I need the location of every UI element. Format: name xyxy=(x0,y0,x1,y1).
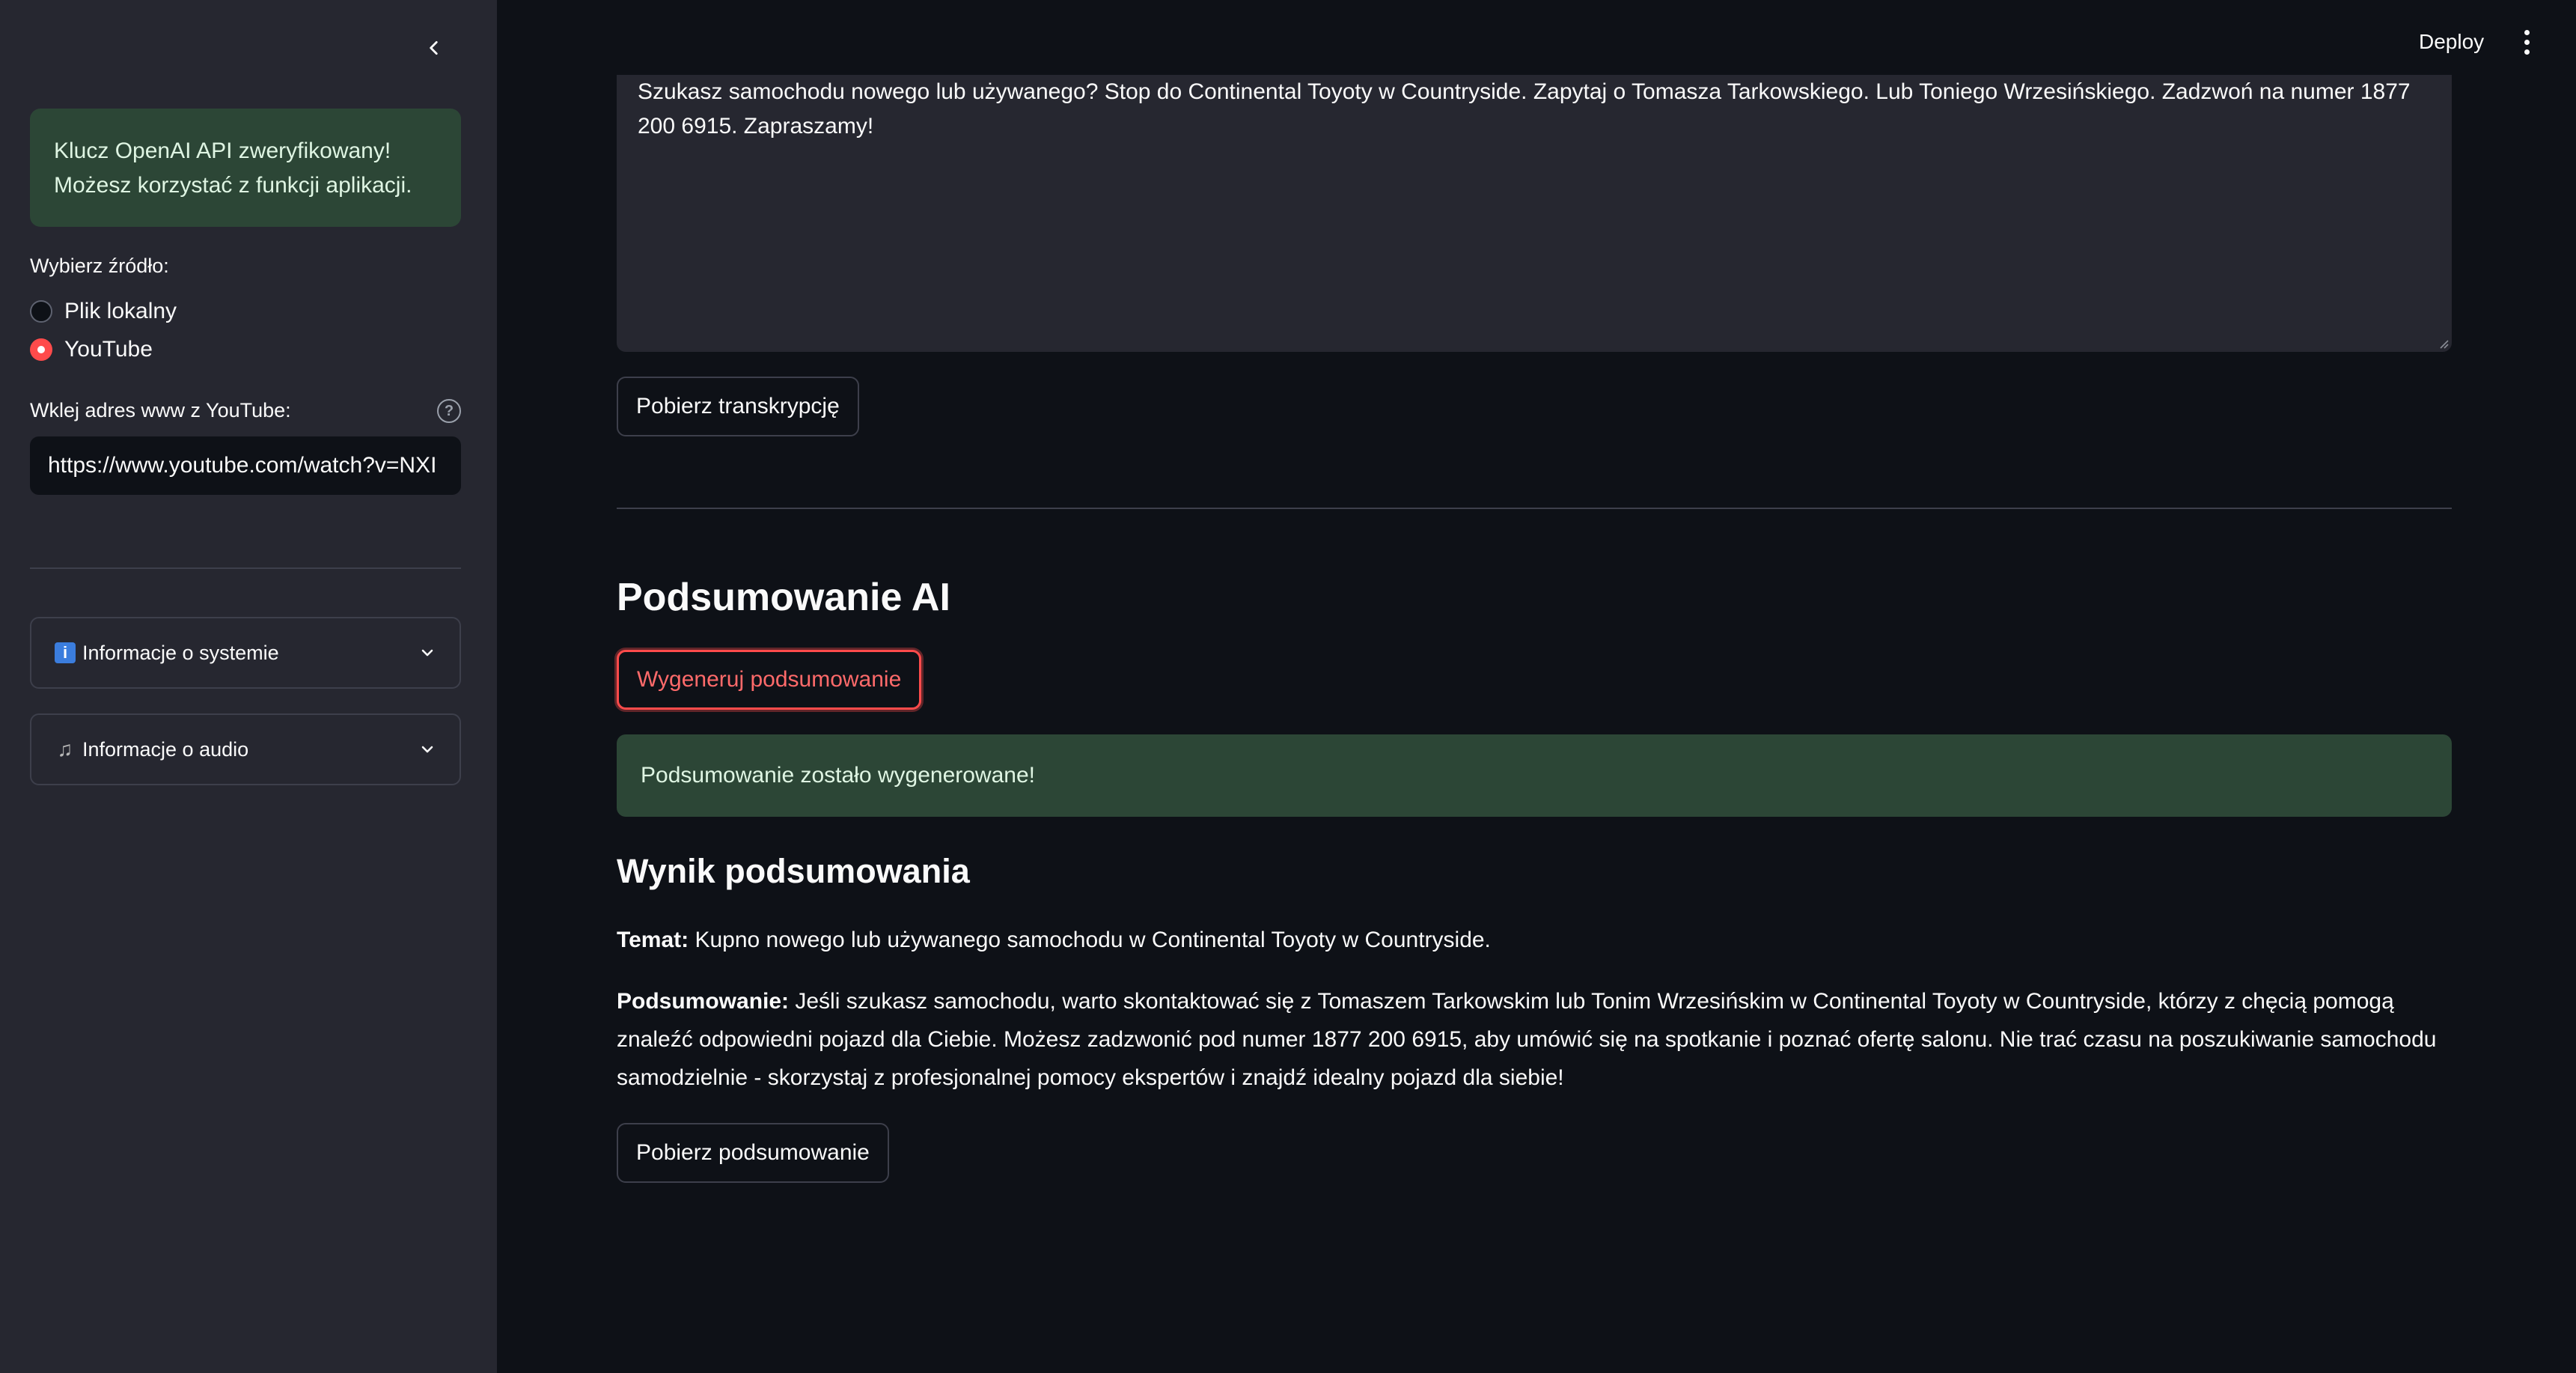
main-menu-kebab-icon[interactable] xyxy=(2512,22,2542,61)
collapse-sidebar-button[interactable] xyxy=(416,30,452,66)
transcript-text: Szukasz samochodu nowego lub używanego? … xyxy=(638,79,2411,138)
topic-text: Kupno nowego lub używanego samochodu w C… xyxy=(689,928,1491,952)
sidebar: Klucz OpenAI API zweryfikowany! Możesz k… xyxy=(0,0,497,1373)
app-root: Klucz OpenAI API zweryfikowany! Możesz k… xyxy=(0,0,2576,1373)
radio-option-label: YouTube xyxy=(64,337,153,362)
chevron-down-icon xyxy=(416,644,439,662)
download-transcript-button[interactable]: Pobierz transkrypcję xyxy=(617,377,859,436)
chevron-left-icon xyxy=(430,41,438,55)
api-key-success-line1: Klucz OpenAI API zweryfikowany! xyxy=(54,138,391,163)
information-icon: i xyxy=(54,642,76,663)
expander-system-info[interactable]: i Informacje o systemie xyxy=(30,617,461,689)
resize-handle-icon[interactable] xyxy=(2437,337,2449,349)
music-note-icon: ♫ xyxy=(57,737,73,761)
radio-unchecked-icon[interactable] xyxy=(30,300,52,323)
radio-checked-icon[interactable] xyxy=(30,338,52,361)
youtube-url-label: Wklej adres www z YouTube: xyxy=(30,399,291,421)
section-divider xyxy=(617,508,2452,509)
summary-label: Podsumowanie: xyxy=(617,989,790,1014)
summary-text: Jeśli szukasz samochodu, warto skontakto… xyxy=(617,989,2437,1090)
expander-audio-info[interactable]: ♫ Informacje o audio xyxy=(30,713,461,785)
header-bar xyxy=(497,0,2576,75)
ai-summary-heading: Podsumowanie AI xyxy=(617,576,950,619)
topic-label: Temat: xyxy=(617,928,689,952)
summary-topic: Temat: Kupno nowego lub używanego samoch… xyxy=(617,921,2452,959)
expander-label: Informacje o systemie xyxy=(82,641,279,664)
api-key-success-alert: Klucz OpenAI API zweryfikowany! Możesz k… xyxy=(30,109,461,227)
generate-summary-button[interactable]: Wygeneruj podsumowanie xyxy=(617,650,922,710)
source-radio-label: Wybierz źródło: xyxy=(30,255,169,277)
summary-result-heading: Wynik podsumowania xyxy=(617,852,970,890)
expander-label: Informacje o audio xyxy=(82,737,249,761)
download-summary-button[interactable]: Pobierz podsumowanie xyxy=(617,1123,889,1183)
radio-option-label: Plik lokalny xyxy=(64,299,177,323)
summary-success-alert: Podsumowanie zostało wygenerowane! xyxy=(617,734,2452,817)
radio-option-local-file[interactable]: Plik lokalny xyxy=(30,299,177,324)
radio-option-youtube[interactable]: YouTube xyxy=(30,337,153,362)
summary-body: Podsumowanie: Jeśli szukasz samochodu, w… xyxy=(617,982,2452,1097)
chevron-down-icon xyxy=(416,740,439,758)
sidebar-divider xyxy=(30,567,461,569)
youtube-url-input[interactable] xyxy=(30,436,461,495)
api-key-success-line2: Możesz korzystać z funkcji aplikacji. xyxy=(54,173,412,198)
help-icon[interactable]: ? xyxy=(437,399,461,423)
transcript-textarea[interactable]: Szukasz samochodu nowego lub używanego? … xyxy=(617,75,2452,352)
deploy-button[interactable]: Deploy xyxy=(2408,21,2494,63)
